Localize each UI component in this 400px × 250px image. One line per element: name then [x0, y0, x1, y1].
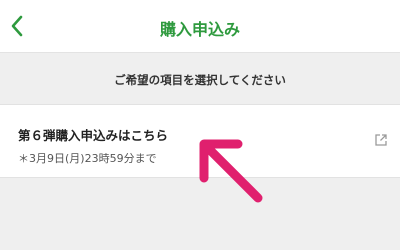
app-header: 購入申込み [0, 0, 400, 53]
option-title: 第６弾購入申込みはこちら [18, 128, 169, 143]
purchase-option-item[interactable]: 第６弾購入申込みはこちら ＊3月9日(月)23時59分まで [0, 104, 400, 178]
instruction-text: ご希望の項目を選択してください [114, 73, 286, 87]
page-title: 購入申込み [159, 20, 240, 39]
external-link-icon[interactable] [374, 133, 388, 147]
option-deadline: ＊3月9日(月)23時59分まで [18, 152, 157, 165]
